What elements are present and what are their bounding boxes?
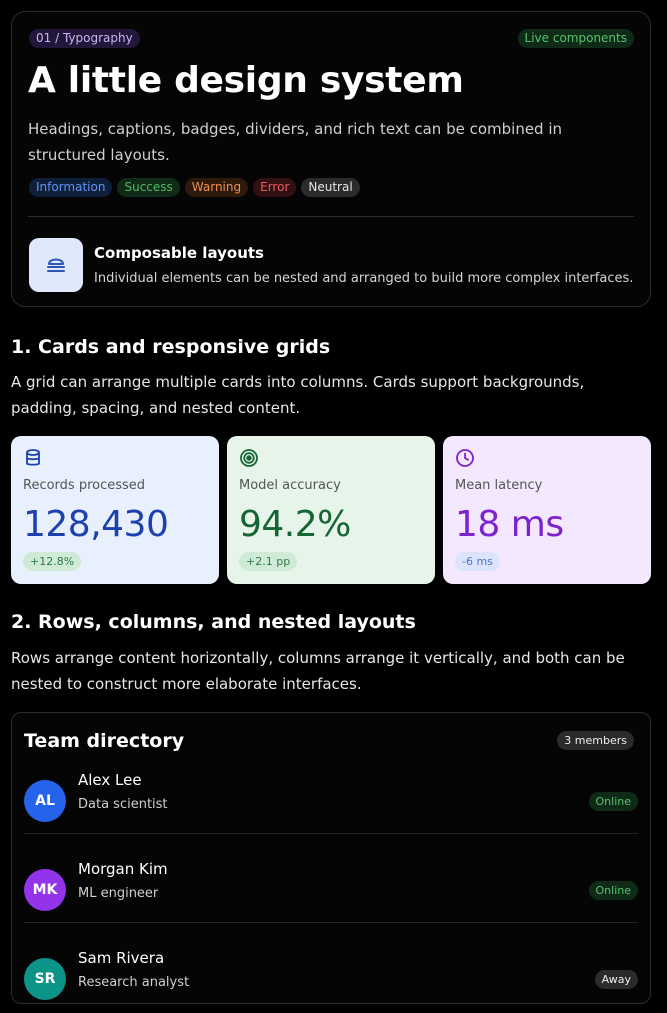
database-icon xyxy=(26,449,40,466)
avatar: SR xyxy=(24,958,66,1000)
page-title: A little design system xyxy=(28,60,464,101)
stat-value: 128,430 xyxy=(23,504,169,545)
badge-success: Success xyxy=(117,178,180,197)
badge-neutral: Neutral xyxy=(301,178,360,197)
member-row[interactable]: MK Morgan Kim ML engineer Online xyxy=(24,856,638,926)
feature-icon-tile xyxy=(29,238,83,292)
feature-description: Individual elements can be nested and ar… xyxy=(94,271,634,286)
member-count-badge: 3 members xyxy=(557,731,634,750)
hero-divider xyxy=(28,216,634,217)
stat-card-records: Records processed 128,430 +12.8% xyxy=(11,436,219,584)
avatar: AL xyxy=(24,780,66,822)
avatar: MK xyxy=(24,869,66,911)
badge-warning: Warning xyxy=(184,178,249,197)
status-badge: Away xyxy=(594,970,638,989)
stat-label: Records processed xyxy=(23,478,146,493)
stat-card-latency: Mean latency 18 ms -6 ms xyxy=(443,436,651,584)
member-role: Data scientist xyxy=(78,797,168,812)
member-role: ML engineer xyxy=(78,886,159,901)
stat-delta-badge: +12.8% xyxy=(23,552,82,571)
feature-title: Composable layouts xyxy=(94,244,264,262)
member-divider xyxy=(24,922,638,923)
stat-delta-badge: -6 ms xyxy=(455,552,500,571)
stat-delta-badge: +2.1 pp xyxy=(239,552,298,571)
status-badge: Online xyxy=(588,881,638,900)
section2-title: 2. Rows, columns, and nested layouts xyxy=(11,611,416,633)
stat-card-accuracy: Model accuracy 94.2% +2.1 pp xyxy=(227,436,435,584)
layers-icon xyxy=(47,258,65,272)
member-role: Research analyst xyxy=(78,975,190,990)
badge-error: Error xyxy=(253,178,297,197)
badge-row: Information Success Warning Error Neutra… xyxy=(29,178,360,197)
team-directory-title: Team directory xyxy=(24,730,185,752)
member-row[interactable]: AL Alex Lee Data scientist Online xyxy=(24,767,638,837)
section2-body: Rows arrange content horizontally, colum… xyxy=(11,649,625,693)
member-name: Morgan Kim xyxy=(78,860,168,878)
stat-label: Model accuracy xyxy=(239,478,341,493)
target-icon xyxy=(240,449,258,467)
team-directory-card: Team directory 3 members AL Alex Lee Dat… xyxy=(11,712,651,1004)
member-name: Alex Lee xyxy=(78,771,142,789)
section1-title: 1. Cards and responsive grids xyxy=(11,336,331,358)
badge-information: Information xyxy=(29,178,113,197)
clock-icon xyxy=(456,449,474,467)
section-eyebrow: 01 / Typography xyxy=(29,29,140,48)
hero-card: 01 / Typography Live components A little… xyxy=(11,11,651,307)
member-divider xyxy=(24,833,638,834)
stat-label: Mean latency xyxy=(455,478,543,493)
member-name: Sam Rivera xyxy=(78,949,165,967)
section1-body: A grid can arrange multiple cards into c… xyxy=(11,373,585,417)
stat-value: 94.2% xyxy=(239,504,351,545)
status-badge: Online xyxy=(588,792,638,811)
member-row[interactable]: SR Sam Rivera Research analyst Away xyxy=(24,945,638,1013)
hero-lead: Headings, captions, badges, dividers, an… xyxy=(28,120,563,164)
stat-value: 18 ms xyxy=(455,504,564,545)
live-components-badge: Live components xyxy=(517,29,634,48)
